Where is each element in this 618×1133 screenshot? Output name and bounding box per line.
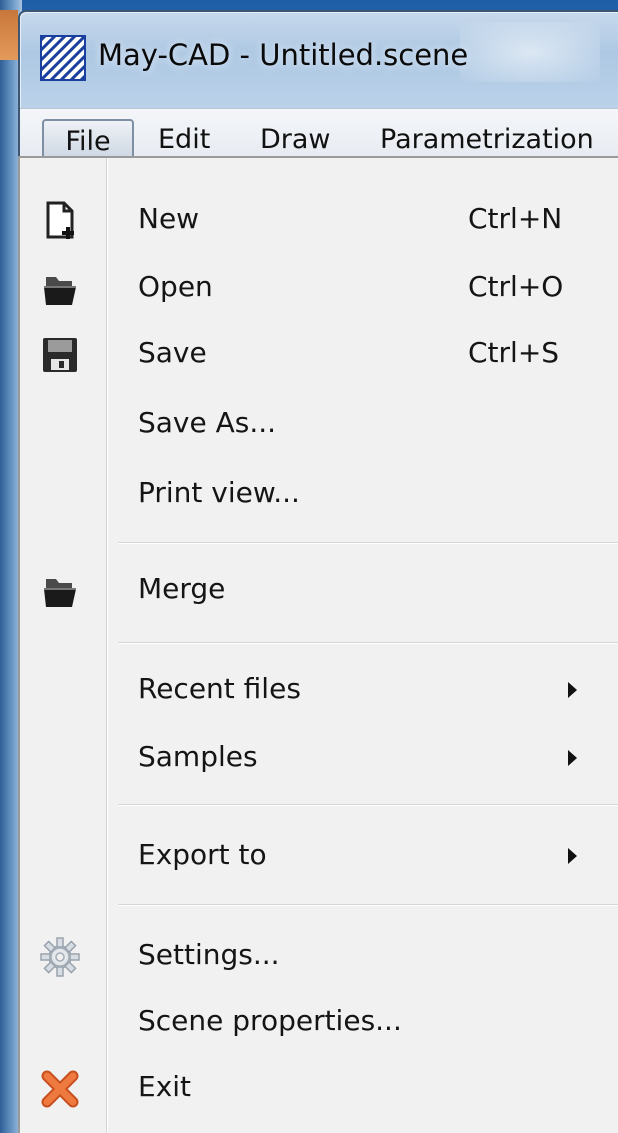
title-bar-glow [460, 22, 600, 82]
menu-item-new[interactable]: New Ctrl+N [20, 186, 618, 252]
folder-icon [44, 277, 76, 305]
menu-separator [118, 804, 618, 805]
menu-item-label: Settings... [138, 938, 280, 971]
menu-item-merge[interactable]: Merge [20, 556, 618, 622]
menu-item-samples[interactable]: Samples [20, 724, 618, 790]
desktop-background: May-CAD - Untitled.scene File Edit Draw … [0, 0, 618, 1133]
menu-item-label: Merge [138, 572, 226, 605]
menu-edit[interactable]: Edit [148, 119, 220, 161]
menu-separator [118, 904, 618, 905]
menu-file[interactable]: File [42, 119, 134, 161]
menu-item-label: Save [138, 336, 207, 369]
submenu-arrow-icon [568, 682, 577, 698]
title-bar[interactable]: May-CAD - Untitled.scene [20, 12, 618, 117]
menu-item-save-as[interactable]: Save As... [20, 390, 618, 456]
menu-draw[interactable]: Draw [250, 119, 341, 161]
menu-item-label: Exit [138, 1070, 192, 1103]
background-window-accent [0, 10, 18, 60]
menu-item-label: Print view... [138, 476, 300, 509]
folder-icon [44, 579, 76, 607]
menu-item-label: Open [138, 270, 213, 303]
submenu-arrow-icon [568, 750, 577, 766]
menu-parametrization[interactable]: Parametrization [370, 119, 604, 161]
menu-item-label: Scene properties... [138, 1004, 402, 1037]
menu-separator [118, 542, 618, 543]
window-title: May-CAD - Untitled.scene [98, 38, 469, 72]
menu-item-shortcut: Ctrl+O [468, 270, 564, 303]
file-menu-dropdown: New Ctrl+N Open Ctrl+O Save Ctrl+S Save … [18, 156, 618, 1133]
menu-item-save[interactable]: Save Ctrl+S [20, 320, 618, 386]
menu-item-label: Recent files [138, 672, 301, 705]
floppy-disk-icon [43, 338, 77, 372]
menu-item-shortcut: Ctrl+S [468, 336, 560, 369]
hatched-square-icon [40, 35, 86, 81]
submenu-arrow-icon [568, 848, 577, 864]
menu-item-open[interactable]: Open Ctrl+O [20, 254, 618, 320]
menu-item-export-to[interactable]: Export to [20, 822, 618, 888]
menu-separator [118, 642, 618, 643]
menu-item-label: New [138, 202, 200, 235]
menu-item-recent-files[interactable]: Recent files [20, 656, 618, 722]
menu-item-settings[interactable]: Settings... [20, 922, 618, 988]
new-document-icon [46, 201, 74, 239]
close-x-icon [41, 1070, 79, 1108]
menu-item-label: Export to [138, 838, 267, 871]
menu-item-scene-properties[interactable]: Scene properties... [20, 988, 618, 1054]
menu-item-shortcut: Ctrl+N [468, 202, 563, 235]
gear-icon [40, 937, 80, 977]
menu-item-exit[interactable]: Exit [20, 1054, 618, 1120]
menu-item-print-view[interactable]: Print view... [20, 460, 618, 526]
menu-item-label: Samples [138, 740, 258, 773]
menu-item-label: Save As... [138, 406, 277, 439]
